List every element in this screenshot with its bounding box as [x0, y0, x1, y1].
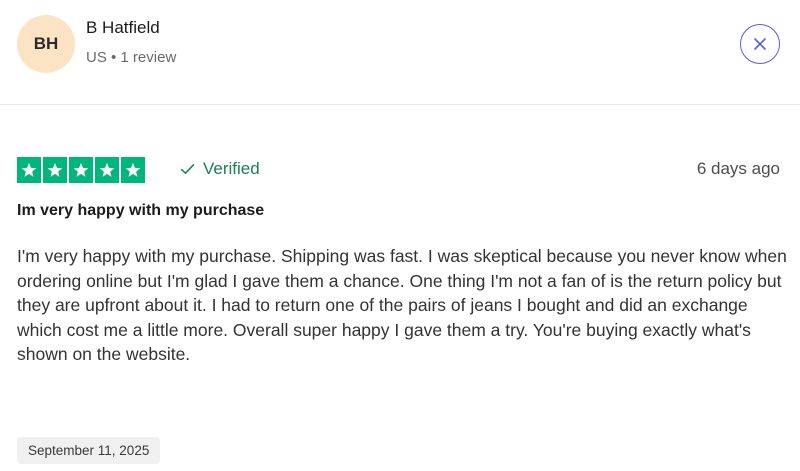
close-icon — [754, 38, 766, 50]
reviewer-name[interactable]: B Hatfield — [86, 18, 160, 38]
check-icon — [180, 164, 195, 174]
verified-badge[interactable]: Verified — [180, 159, 260, 179]
avatar: BH — [17, 15, 75, 73]
star-icon — [17, 157, 41, 183]
review-title: Im very happy with my purchase — [17, 202, 265, 219]
verified-label: Verified — [203, 159, 260, 178]
review-relative-date: 6 days ago — [696, 159, 780, 178]
star-icon — [95, 157, 119, 183]
star-icon — [43, 157, 67, 183]
reviewer-meta: US • 1 review — [86, 49, 177, 66]
close-button[interactable] — [740, 24, 780, 64]
review-body: I'm very happy with my purchase. Shippin… — [17, 246, 787, 364]
star-icon — [69, 157, 93, 183]
experience-date-badge: September 11, 2025 — [17, 437, 161, 464]
star-rating — [17, 157, 145, 183]
reviewer-header: BH B Hatfield US • 1 review — [0, 0, 800, 105]
star-icon — [121, 157, 145, 183]
